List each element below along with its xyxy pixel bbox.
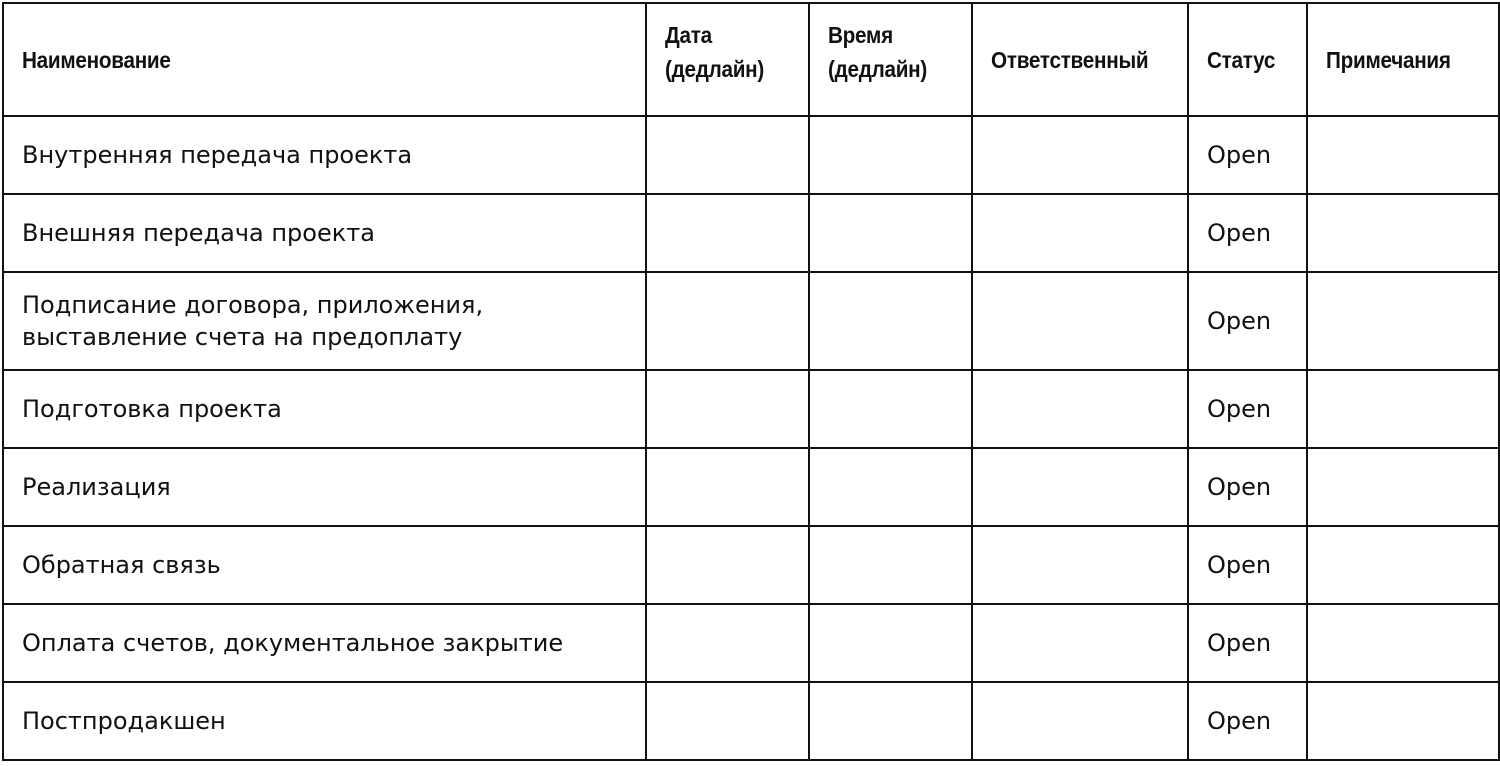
cell-time[interactable] [808, 447, 973, 527]
table-row: Подписание договора, приложения, выставл… [2, 271, 1500, 371]
header-date: Дата (дедлайн) [645, 2, 810, 117]
cell-notes[interactable] [1306, 271, 1500, 371]
cell-notes[interactable] [1306, 525, 1500, 605]
cell-name[interactable]: Внешняя передача проекта [2, 193, 647, 273]
header-label: Наименование [22, 46, 171, 73]
header-label: Ответственный [991, 46, 1149, 73]
cell-time[interactable] [808, 193, 973, 273]
cell-owner[interactable] [971, 525, 1189, 605]
cell-date[interactable] [645, 525, 810, 605]
table-row: Оплата счетов, документальное закрытие Op… [2, 603, 1500, 683]
header-notes: Примечания [1306, 2, 1500, 117]
cell-owner[interactable] [971, 193, 1189, 273]
cell-date[interactable] [645, 603, 810, 683]
cell-status[interactable]: Open [1187, 603, 1308, 683]
cell-time[interactable] [808, 271, 973, 371]
header-status: Статус [1187, 2, 1308, 117]
cell-notes[interactable] [1306, 193, 1500, 273]
table-row: Реализация Open [2, 447, 1500, 527]
table-row: Внутренняя передача проекта Open [2, 115, 1500, 195]
cell-owner[interactable] [971, 603, 1189, 683]
header-label: Примечания [1326, 46, 1451, 73]
table-row: Внешняя передача проекта Open [2, 193, 1500, 273]
cell-name[interactable]: Внутренняя передача проекта [2, 115, 647, 195]
cell-notes[interactable] [1306, 115, 1500, 195]
cell-status[interactable]: Open [1187, 369, 1308, 449]
cell-date[interactable] [645, 369, 810, 449]
cell-status[interactable]: Open [1187, 447, 1308, 527]
table-row: Обратная связь Open [2, 525, 1500, 605]
cell-date[interactable] [645, 271, 810, 371]
cell-name[interactable]: Реализация [2, 447, 647, 527]
cell-status[interactable]: Open [1187, 681, 1308, 761]
header-label: Статус [1207, 46, 1276, 73]
cell-name[interactable]: Подготовка проекта [2, 369, 647, 449]
cell-notes[interactable] [1306, 681, 1500, 761]
cell-date[interactable] [645, 447, 810, 527]
header-name: Наименование [2, 2, 647, 117]
cell-date[interactable] [645, 681, 810, 761]
cell-time[interactable] [808, 369, 973, 449]
cell-owner[interactable] [971, 447, 1189, 527]
cell-owner[interactable] [971, 681, 1189, 761]
cell-time[interactable] [808, 525, 973, 605]
cell-name[interactable]: Оплата счетов, документальное закрытие [2, 603, 647, 683]
cell-name[interactable]: Постпродакшен [2, 681, 647, 761]
header-owner: Ответственный [971, 2, 1189, 117]
header-label: Время (дедлайн) [828, 22, 928, 82]
cell-notes[interactable] [1306, 603, 1500, 683]
cell-status[interactable]: Open [1187, 193, 1308, 273]
cell-notes[interactable] [1306, 369, 1500, 449]
table-row: Подготовка проекта Open [2, 369, 1500, 449]
cell-name[interactable]: Обратная связь [2, 525, 647, 605]
header-time: Время (дедлайн) [808, 2, 973, 117]
header-row: Наименование Дата (дедлайн) Время (дедла… [2, 2, 1500, 117]
cell-owner[interactable] [971, 369, 1189, 449]
cell-notes[interactable] [1306, 447, 1500, 527]
cell-name[interactable]: Подписание договора, приложения, выставл… [2, 271, 647, 371]
cell-status[interactable]: Open [1187, 115, 1308, 195]
cell-owner[interactable] [971, 271, 1189, 371]
cell-date[interactable] [645, 115, 810, 195]
cell-status[interactable]: Open [1187, 525, 1308, 605]
header-label: Дата (дедлайн) [665, 22, 765, 82]
cell-owner[interactable] [971, 115, 1189, 195]
cell-time[interactable] [808, 115, 973, 195]
table-row: Постпродакшен Open [2, 681, 1500, 761]
cell-date[interactable] [645, 193, 810, 273]
task-table: Наименование Дата (дедлайн) Время (дедла… [2, 2, 1500, 761]
cell-time[interactable] [808, 603, 973, 683]
cell-time[interactable] [808, 681, 973, 761]
cell-status[interactable]: Open [1187, 271, 1308, 371]
